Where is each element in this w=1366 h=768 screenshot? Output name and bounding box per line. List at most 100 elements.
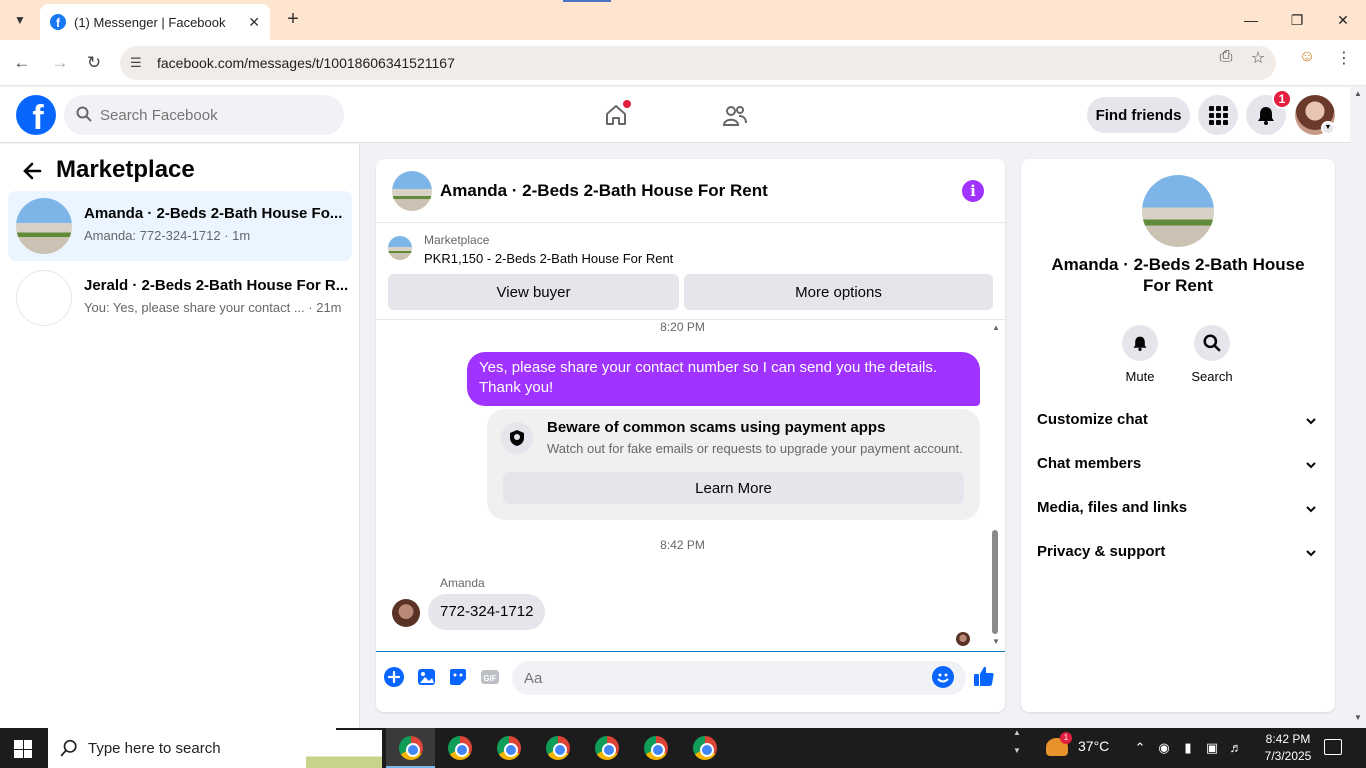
restore-icon[interactable]: ❐ xyxy=(1284,8,1310,32)
scroll-up-arrow-icon[interactable]: ▲ xyxy=(992,323,1000,332)
facebook-top-nav: f Find friends 1 ▼ xyxy=(0,87,1366,143)
address-bar[interactable]: ☰ facebook.com/messages/t/10018606341521… xyxy=(120,46,1276,80)
message-input[interactable] xyxy=(512,661,966,695)
gif-icon[interactable]: GIF xyxy=(479,666,501,688)
timestamp: 8:42 PM xyxy=(660,538,705,552)
volume-icon[interactable]: ♬ xyxy=(1228,740,1244,756)
scam-warning-card: Beware of common scams using payment app… xyxy=(487,409,980,520)
site-info-icon[interactable]: ☰ xyxy=(130,55,146,71)
house-listing-avatar xyxy=(16,198,72,254)
incoming-message[interactable]: 772-324-1712 xyxy=(428,594,546,630)
tab-search-chevron-icon[interactable]: ▼ xyxy=(8,8,32,32)
chrome-icon[interactable] xyxy=(644,736,668,760)
search-action[interactable]: Search xyxy=(1182,325,1242,384)
emoji-icon[interactable] xyxy=(932,666,954,688)
windows-taskbar: Type here to search ▲ ▼ 1 37°C ⌃ ◉ ▮ ▣ ♬ 8… xyxy=(0,728,1366,768)
facebook-logo[interactable]: f xyxy=(16,95,56,135)
chevron-down-icon xyxy=(1306,506,1316,513)
row-label: Media, files and links xyxy=(1037,499,1188,516)
tab-title: (1) Messenger | Facebook xyxy=(74,14,226,30)
info-icon[interactable]: i xyxy=(962,180,984,202)
reload-icon[interactable]: ↻ xyxy=(83,52,105,74)
row-label: Customize chat xyxy=(1037,411,1148,428)
show-hidden-icons-chevron-icon[interactable]: ⌃ xyxy=(1132,740,1148,756)
more-options-button[interactable]: More options xyxy=(684,274,993,310)
temperature: 37°C xyxy=(1078,738,1110,754)
search-highlight-image xyxy=(306,730,382,768)
scroll-up-arrow-icon[interactable]: ▲ xyxy=(1354,89,1362,98)
mute-action[interactable]: Mute xyxy=(1110,325,1170,384)
forward-arrow-icon[interactable]: → xyxy=(49,52,71,74)
customize-chat-row[interactable]: Customize chat xyxy=(1021,399,1335,443)
chrome-icon[interactable] xyxy=(546,736,570,760)
message-list: 8:20 PM Yes, please share your contact n… xyxy=(376,320,1005,651)
browser-menu-icon[interactable]: ⋮ xyxy=(1334,48,1354,68)
taskbar-search-box[interactable]: Type here to search xyxy=(48,728,382,768)
scroll-down-arrow-icon[interactable]: ▼ xyxy=(992,637,1000,646)
browser-tab-strip: ▼ f (1) Messenger | Facebook ✕ + — ❐ ✕ xyxy=(0,0,1366,40)
windows-start-icon[interactable] xyxy=(14,740,32,758)
bookmark-star-icon[interactable]: ☆ xyxy=(1248,48,1268,68)
chrome-icon[interactable] xyxy=(448,736,472,760)
taskbar-scroll-arrows[interactable]: ▲ ▼ xyxy=(1010,728,1024,768)
chat-title[interactable]: Amanda · 2-Beds 2-Bath House For Rent xyxy=(440,181,768,201)
chrome-icon[interactable] xyxy=(497,736,521,760)
weather-widget[interactable]: 1 37°C xyxy=(1046,732,1110,757)
shield-icon xyxy=(501,422,533,454)
battery-icon[interactable]: ▮ xyxy=(1180,740,1196,756)
mute-bell-icon xyxy=(1122,325,1158,361)
task-view-icon[interactable] xyxy=(350,738,370,758)
account-chevron-down-icon[interactable]: ▼ xyxy=(1321,121,1335,135)
timestamp: 8:20 PM xyxy=(660,320,705,334)
thumbs-up-icon[interactable] xyxy=(972,664,996,688)
chrome-icon[interactable] xyxy=(693,736,717,760)
taskbar-clock[interactable]: 8:42 PM 7/3/2025 xyxy=(1258,731,1318,765)
menu-grid-icon xyxy=(1209,106,1228,125)
scam-warning-title: Beware of common scams using payment app… xyxy=(547,419,886,436)
profile-icon[interactable]: ☺ xyxy=(1297,48,1317,68)
scroll-down-arrow-icon[interactable]: ▼ xyxy=(1354,713,1362,722)
chrome-icon[interactable] xyxy=(595,736,619,760)
page-scrollbar[interactable]: ▲ ▼ xyxy=(1350,87,1366,728)
chrome-icon[interactable] xyxy=(399,736,423,760)
minimize-icon[interactable]: — xyxy=(1238,8,1264,32)
menu-grid-button[interactable] xyxy=(1198,95,1238,135)
meet-now-icon[interactable]: ◉ xyxy=(1156,740,1172,756)
scrollbar-thumb[interactable] xyxy=(992,530,998,634)
chat-scrollbar[interactable]: ▲ ▼ xyxy=(989,321,1001,649)
new-tab-plus-icon[interactable]: + xyxy=(282,8,304,30)
back-arrow-icon[interactable]: ← xyxy=(11,52,33,74)
install-app-icon[interactable]: ⎙ xyxy=(1216,48,1236,68)
conversation-name: Jerald · 2-Beds 2-Bath House For R... xyxy=(84,277,349,294)
listing-title[interactable]: PKR1,150 - 2-Beds 2-Bath House For Rent xyxy=(424,251,673,266)
notification-center-icon[interactable] xyxy=(1324,739,1342,755)
conversation-item-amanda[interactable]: Amanda · 2-Beds 2-Bath House Fo... Amand… xyxy=(8,191,352,261)
chat-window: Amanda · 2-Beds 2-Bath House For Rent i … xyxy=(376,159,1005,712)
chat-header: Amanda · 2-Beds 2-Bath House For Rent i xyxy=(376,159,1005,223)
window-close-icon[interactable]: ✕ xyxy=(1330,8,1356,32)
tab-close-icon[interactable]: ✕ xyxy=(248,14,260,31)
conversation-item-jerald[interactable]: Jerald · 2-Beds 2-Bath House For R... Yo… xyxy=(8,263,352,333)
photo-icon[interactable] xyxy=(415,666,437,688)
plus-circle-icon[interactable] xyxy=(383,666,405,688)
network-icon[interactable]: ▣ xyxy=(1204,740,1220,756)
chat-avatar[interactable] xyxy=(392,171,432,211)
back-arrow-icon[interactable] xyxy=(22,161,42,181)
find-friends-button[interactable]: Find friends xyxy=(1087,97,1190,133)
browser-tab-messenger[interactable]: f (1) Messenger | Facebook ✕ xyxy=(40,4,270,40)
learn-more-button[interactable]: Learn More xyxy=(503,472,964,504)
bell-icon xyxy=(1258,107,1274,125)
seen-receipt-avatar xyxy=(956,632,970,646)
chat-members-row[interactable]: Chat members xyxy=(1021,443,1335,487)
outgoing-message[interactable]: Yes, please share your contact number so… xyxy=(467,352,980,406)
privacy-support-row[interactable]: Privacy & support xyxy=(1021,531,1335,575)
sender-avatar[interactable] xyxy=(392,599,420,627)
search-facebook-input[interactable] xyxy=(64,95,344,135)
weather-icon: 1 xyxy=(1046,732,1072,757)
conversation-snippet: You: Yes, please share your contact ... … xyxy=(84,300,342,315)
friends-icon[interactable] xyxy=(722,103,748,129)
view-buyer-button[interactable]: View buyer xyxy=(388,274,679,310)
sticker-icon[interactable] xyxy=(447,666,469,688)
media-files-links-row[interactable]: Media, files and links xyxy=(1021,487,1335,531)
marketplace-sidebar: Marketplace Amanda · 2-Beds 2-Bath House… xyxy=(0,144,360,728)
